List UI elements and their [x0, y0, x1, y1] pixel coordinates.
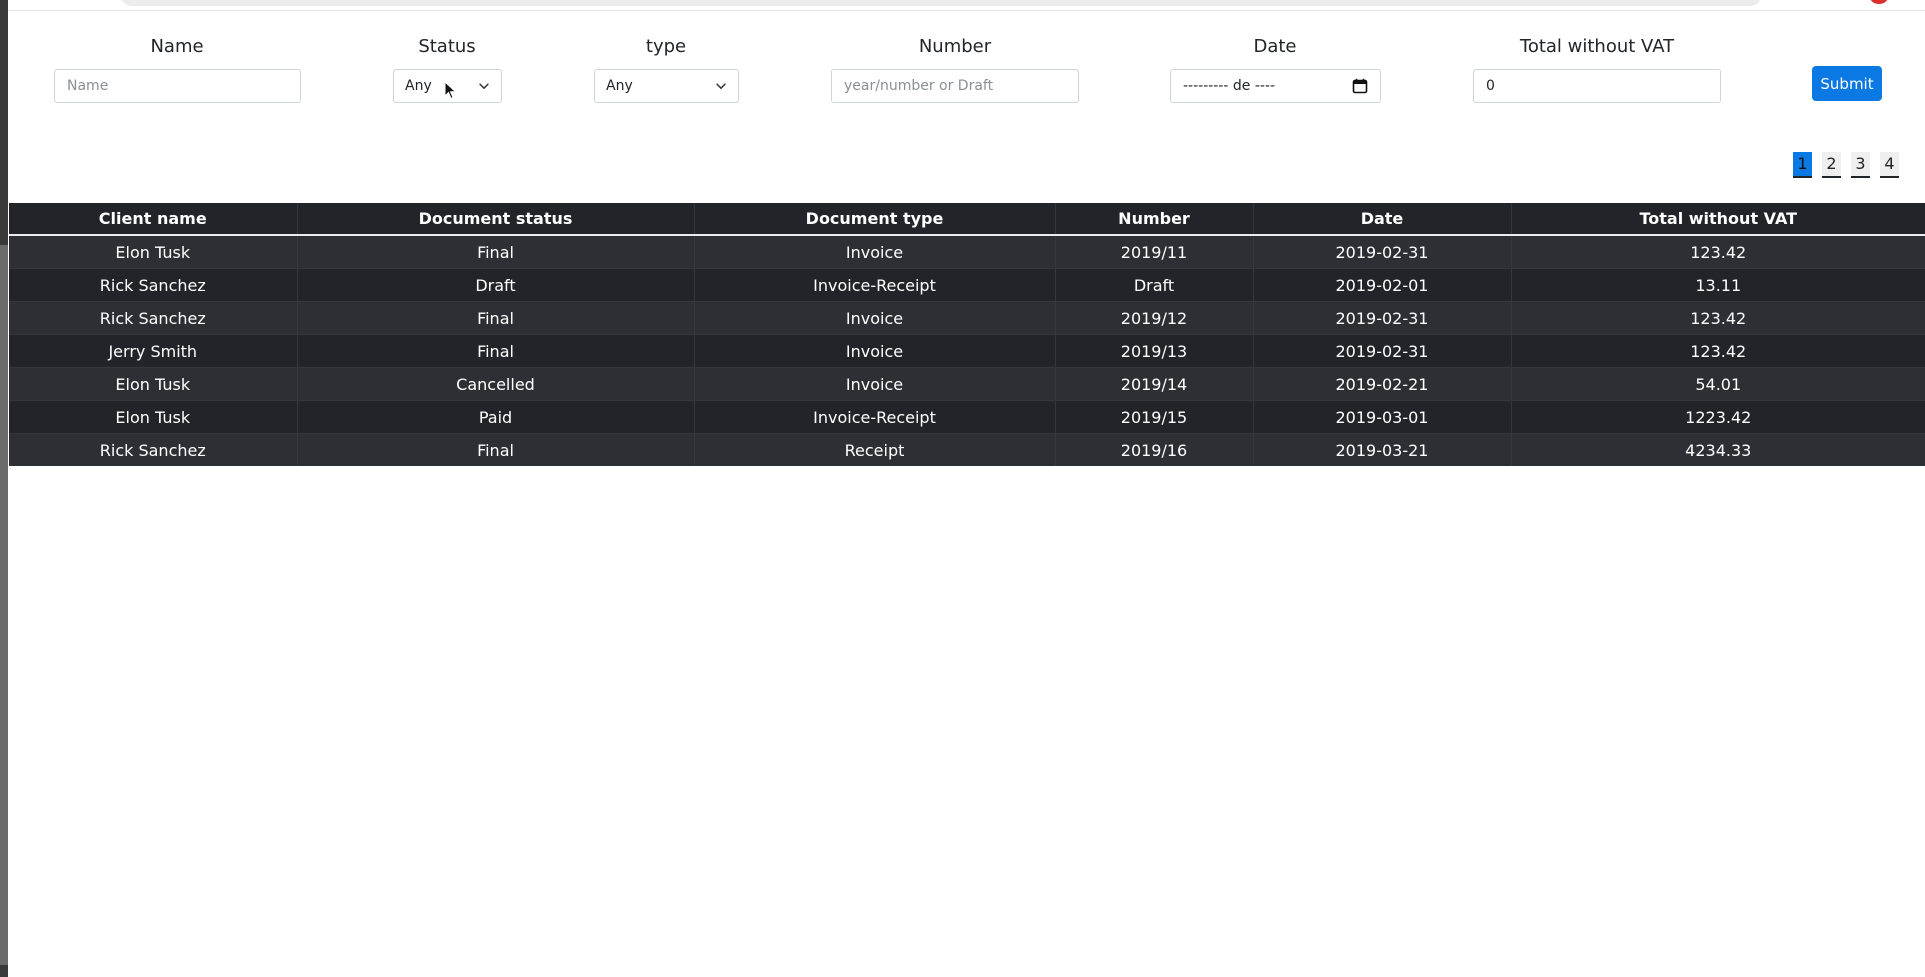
cell-client-name: Rick Sanchez [9, 268, 297, 302]
pagination: 1 2 3 4 [1793, 152, 1899, 178]
table-row[interactable]: Rick Sanchez Final Invoice 2019/12 2019-… [9, 301, 1925, 335]
window-scrollbar[interactable] [0, 0, 8, 977]
table-row[interactable]: Rick Sanchez Final Receipt 2019/16 2019-… [9, 433, 1925, 466]
table-header-row: Client name Document status Document typ… [9, 203, 1925, 236]
chevron-down-icon [716, 83, 726, 89]
cell-document-type: Invoice-Receipt [693, 268, 1055, 302]
cell-document-status: Paid [296, 400, 694, 434]
documents-table: Client name Document status Document typ… [9, 203, 1925, 466]
cell-date: 2019-02-21 [1252, 367, 1511, 401]
column-header-total[interactable]: Total without VAT [1510, 203, 1925, 236]
page-button-2[interactable]: 2 [1822, 152, 1841, 178]
notification-badge[interactable] [1870, 0, 1888, 4]
filter-label-name: Name [150, 36, 204, 57]
number-input[interactable] [831, 69, 1079, 103]
cell-client-name: Elon Tusk [9, 400, 297, 434]
cell-number: 2019/12 [1054, 301, 1253, 335]
column-header-document-type[interactable]: Document type [693, 203, 1055, 236]
cell-date: 2019-02-01 [1252, 268, 1511, 302]
cell-number: 2019/14 [1054, 367, 1253, 401]
cell-document-type: Invoice [693, 367, 1055, 401]
page-button-1[interactable]: 1 [1793, 152, 1812, 178]
cell-date: 2019-03-01 [1252, 400, 1511, 434]
date-input[interactable]: --------- de ---- [1170, 69, 1381, 103]
column-header-document-status[interactable]: Document status [296, 203, 694, 236]
date-input-value: --------- de ---- [1183, 78, 1276, 94]
cell-document-type: Invoice [693, 234, 1055, 269]
cell-document-status: Final [296, 433, 694, 466]
cell-document-status: Final [296, 234, 694, 269]
status-select-value: Any [405, 78, 432, 94]
type-select[interactable]: Any [594, 69, 739, 103]
cell-number: 2019/15 [1054, 400, 1253, 434]
cell-document-status: Cancelled [296, 367, 694, 401]
cell-document-status: Final [296, 334, 694, 368]
filter-label-type: type [645, 36, 687, 57]
documents-page: Name Status type Number Date Total witho… [0, 0, 1925, 977]
cell-document-type: Receipt [693, 433, 1055, 466]
filter-label-date: Date [1253, 36, 1297, 57]
cell-document-status: Draft [296, 268, 694, 302]
cell-number: 2019/16 [1054, 433, 1253, 466]
cell-total: 123.42 [1510, 301, 1925, 335]
page-button-4[interactable]: 4 [1880, 152, 1899, 178]
cell-document-type: Invoice [693, 334, 1055, 368]
filter-label-total: Total without VAT [1519, 36, 1675, 57]
cell-document-type: Invoice [693, 301, 1055, 335]
cell-total: 4234.33 [1510, 433, 1925, 466]
cell-total: 123.42 [1510, 234, 1925, 269]
column-header-number[interactable]: Number [1054, 203, 1253, 236]
table-row[interactable]: Rick Sanchez Draft Invoice-Receipt Draft… [9, 268, 1925, 302]
top-bar [8, 0, 1925, 11]
cell-document-status: Final [296, 301, 694, 335]
cell-date: 2019-02-31 [1252, 301, 1511, 335]
type-select-value: Any [606, 78, 633, 94]
cell-total: 123.42 [1510, 334, 1925, 368]
filter-label-status: Status [418, 36, 476, 57]
cell-client-name: Elon Tusk [9, 234, 297, 269]
cell-total: 13.11 [1510, 268, 1925, 302]
cell-date: 2019-02-31 [1252, 334, 1511, 368]
cell-client-name: Rick Sanchez [9, 433, 297, 466]
cell-number: 2019/13 [1054, 334, 1253, 368]
table-row[interactable]: Jerry Smith Final Invoice 2019/13 2019-0… [9, 334, 1925, 368]
cell-number: 2019/11 [1054, 234, 1253, 269]
top-search-bar[interactable] [120, 0, 1762, 6]
cell-document-type: Invoice-Receipt [693, 400, 1055, 434]
cell-total: 54.01 [1510, 367, 1925, 401]
calendar-icon[interactable] [1352, 78, 1368, 94]
page-button-3[interactable]: 3 [1851, 152, 1870, 178]
chevron-down-icon [479, 83, 489, 89]
table-row[interactable]: Elon Tusk Paid Invoice-Receipt 2019/15 2… [9, 400, 1925, 434]
name-input[interactable] [54, 69, 301, 103]
column-header-client-name[interactable]: Client name [9, 203, 297, 236]
table-row[interactable]: Elon Tusk Cancelled Invoice 2019/14 2019… [9, 367, 1925, 401]
cell-date: 2019-03-21 [1252, 433, 1511, 466]
total-input[interactable] [1473, 69, 1721, 103]
column-header-date[interactable]: Date [1252, 203, 1511, 236]
cell-date: 2019-02-31 [1252, 234, 1511, 269]
submit-button[interactable]: Submit [1812, 66, 1882, 101]
mouse-cursor-icon [444, 81, 457, 100]
cell-client-name: Jerry Smith [9, 334, 297, 368]
cell-total: 1223.42 [1510, 400, 1925, 434]
filter-label-number: Number [918, 36, 992, 57]
table-row[interactable]: Elon Tusk Final Invoice 2019/11 2019-02-… [9, 234, 1925, 269]
cell-number: Draft [1054, 268, 1253, 302]
cell-client-name: Rick Sanchez [9, 301, 297, 335]
scrollbar-thumb[interactable] [0, 245, 8, 965]
cell-client-name: Elon Tusk [9, 367, 297, 401]
